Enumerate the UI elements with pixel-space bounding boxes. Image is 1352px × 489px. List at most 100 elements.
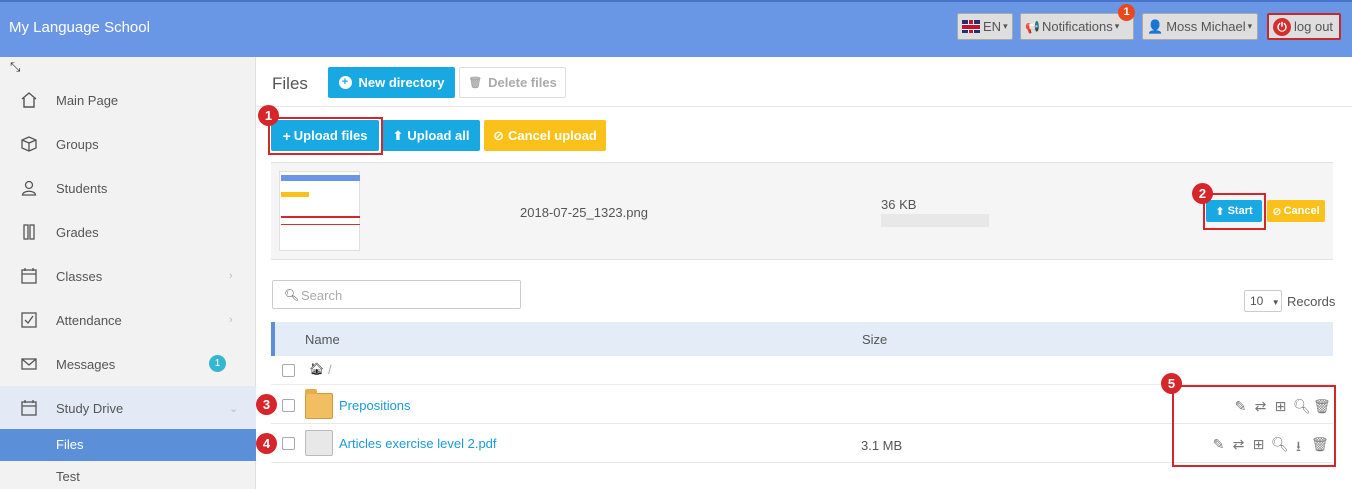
megaphone-icon: 📢	[1025, 19, 1040, 34]
upload-filename: 2018-07-25_1323.png	[520, 205, 648, 220]
sidebar-item-label: Classes	[56, 268, 103, 284]
annotation-marker-2: 2	[1192, 183, 1213, 204]
home-icon	[21, 92, 37, 108]
upload-all-button[interactable]: ⬆ Upload all	[382, 120, 480, 151]
annotation-box-1	[268, 117, 383, 155]
arrow-up-icon: ⬆	[392, 127, 404, 143]
user-icon	[21, 180, 37, 196]
sidebar-item-study-drive[interactable]: Study Drive ⌄	[0, 386, 256, 430]
new-directory-button[interactable]: + New directory	[328, 67, 455, 98]
ruler-icon	[23, 224, 35, 240]
trash-icon: 🗑	[468, 77, 483, 89]
sidebar-subitem-test[interactable]: Test	[0, 461, 256, 489]
annotation-box-5	[1172, 385, 1336, 467]
file-icon	[305, 430, 333, 456]
chevron-right-icon: ›	[229, 270, 233, 282]
search-icon: 🔍︎	[284, 288, 300, 302]
search-input[interactable]	[301, 285, 511, 305]
upload-queue-item: 2018-07-25_1323.png 36 KB ⬆ Start ⊘ Canc…	[271, 162, 1333, 260]
delete-files-button[interactable]: 🗑 Delete files	[459, 67, 566, 98]
brand-title[interactable]: My Language School	[9, 19, 150, 36]
power-icon: ⏻	[1273, 17, 1291, 36]
chevron-down-icon: ⌄	[229, 402, 239, 415]
sidebar-item-messages[interactable]: Messages 1	[0, 342, 256, 386]
chevron-down-icon: ▾	[1003, 21, 1008, 31]
home-icon[interactable]: 🏠︎	[309, 362, 324, 376]
calendar-icon	[21, 268, 37, 284]
annotation-marker-5: 5	[1161, 373, 1182, 394]
sidebar-item-classes[interactable]: Classes ›	[0, 254, 256, 298]
uk-flag-icon	[962, 20, 980, 33]
main-content: Files + New directory 🗑 Delete files + U…	[256, 57, 1352, 489]
cube-icon	[21, 136, 37, 152]
cancel-label: Cancel	[1283, 205, 1320, 217]
sidebar-item-label: Attendance	[56, 312, 122, 328]
folder-link[interactable]: Prepositions	[339, 398, 411, 413]
language-dropdown[interactable]: EN ▾	[957, 13, 1013, 40]
folder-icon	[305, 389, 333, 419]
column-header-name[interactable]: Name	[305, 332, 340, 347]
upload-filesize: 36 KB	[881, 197, 917, 212]
sidebar-item-students[interactable]: Students	[0, 166, 256, 210]
records-label: Records	[1287, 294, 1336, 309]
logout-button[interactable]: ⏻ log out	[1267, 13, 1341, 40]
sidebar-item-label: Students	[56, 180, 108, 196]
sidebar-item-groups[interactable]: Groups	[0, 122, 256, 166]
sidebar-item-label: Messages	[56, 356, 116, 372]
cancel-item-button[interactable]: ⊘ Cancel	[1267, 200, 1325, 222]
chevron-down-icon: ▾	[1114, 21, 1120, 31]
user-icon: 👤	[1147, 18, 1164, 34]
notifications-badge: 1	[1118, 4, 1135, 21]
notifications-label: Notifications	[1041, 19, 1113, 34]
search-box[interactable]: 🔍︎	[272, 280, 521, 309]
logout-label: log out	[1294, 19, 1334, 34]
records-value: 10	[1250, 294, 1264, 308]
upload-progress-bar	[881, 214, 989, 227]
page-title: Files	[272, 74, 308, 93]
select-all-checkbox[interactable]	[282, 364, 295, 377]
column-header-size[interactable]: Size	[862, 332, 887, 347]
ban-icon: ⊘	[493, 127, 505, 143]
ban-icon: ⊘	[1272, 205, 1282, 218]
annotation-marker-1: 1	[258, 105, 279, 126]
chevron-down-icon: ▾	[1247, 21, 1253, 31]
upload-thumbnail	[279, 171, 360, 251]
row-checkbox[interactable]	[282, 399, 295, 412]
user-dropdown[interactable]: 👤 Moss Michael ▾	[1142, 13, 1258, 40]
sidebar: ⤡ Main Page Groups Students Grades Class…	[0, 57, 256, 489]
envelope-icon	[21, 358, 37, 370]
language-label: EN	[983, 19, 1002, 34]
table-header: Name Size	[271, 322, 1333, 356]
breadcrumb-separator: /	[328, 362, 332, 377]
chevron-down-icon: ▼	[1271, 298, 1280, 307]
header-divider	[257, 106, 1352, 107]
messages-badge: 1	[209, 355, 226, 372]
sidebar-item-label: Main Page	[56, 92, 119, 108]
chevron-right-icon: ›	[229, 314, 233, 326]
sidebar-item-main-page[interactable]: Main Page	[0, 78, 256, 122]
cancel-upload-button[interactable]: ⊘ Cancel upload	[484, 120, 606, 151]
sidebar-item-attendance[interactable]: Attendance ›	[0, 298, 256, 342]
sidebar-item-label: Study Drive	[56, 400, 124, 416]
notifications-dropdown[interactable]: 📢 Notifications ▾ 1	[1020, 4, 1135, 40]
checkbox-icon	[21, 312, 37, 328]
sidebar-item-grades[interactable]: Grades	[0, 210, 256, 254]
row-size: 3.1 MB	[861, 438, 903, 453]
sidebar-item-label: Groups	[56, 136, 99, 152]
records-per-page-select[interactable]: 10 ▼	[1244, 290, 1282, 312]
collapse-icon[interactable]: ⤡	[10, 59, 20, 75]
sidebar-item-label: Grades	[56, 224, 99, 240]
row-checkbox[interactable]	[282, 437, 295, 450]
delete-files-label: Delete files	[488, 75, 557, 90]
sidebar-subitem-files[interactable]: Files	[0, 429, 256, 461]
top-navbar: My Language School EN ▾ 📢 Notifications …	[0, 0, 1352, 57]
plus-circle-icon: +	[338, 76, 352, 89]
calendar-icon	[21, 400, 37, 416]
annotation-marker-4: 4	[256, 433, 277, 454]
annotation-box-2	[1203, 193, 1266, 230]
annotation-marker-3: 3	[256, 394, 277, 415]
user-name: Moss Michael	[1166, 19, 1246, 34]
new-directory-label: New directory	[358, 75, 445, 90]
file-link[interactable]: Articles exercise level 2.pdf	[339, 436, 497, 451]
cancel-upload-label: Cancel upload	[508, 128, 597, 143]
